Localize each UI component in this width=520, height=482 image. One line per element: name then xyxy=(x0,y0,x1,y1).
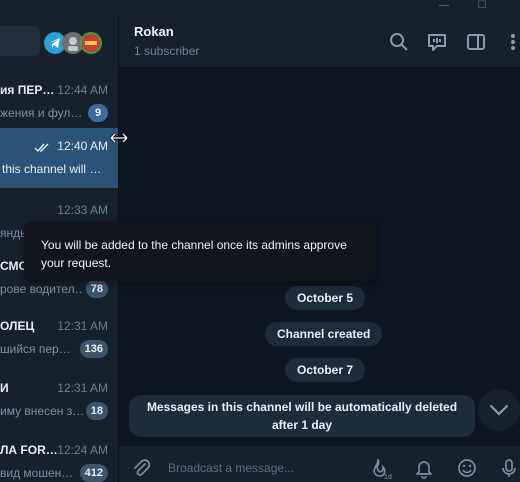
chat-list-item[interactable]: ия ПЕР… 12:44 AM жения и фул… 9 xyxy=(0,72,118,132)
chat-preview: this channel will … xyxy=(2,162,102,176)
chat-time: 12:33 AM xyxy=(57,203,108,217)
timer-label: 1d xyxy=(384,474,392,481)
service-message-autodelete: Messages in this channel will be automat… xyxy=(129,395,475,437)
chat-time: 12:31 AM xyxy=(57,381,108,395)
chat-name: ия ПЕР… xyxy=(0,83,55,97)
chat-time: 12:44 AM xyxy=(57,83,108,97)
message-input[interactable]: Broadcast a message... xyxy=(168,461,294,475)
chat-preview: шийся пер… xyxy=(0,342,71,356)
chat-name: ОЛЕЦ xyxy=(0,319,35,333)
more-options-icon[interactable] xyxy=(501,30,520,54)
chat-name: ЛА FOR… xyxy=(0,443,58,457)
chat-name: И xyxy=(0,381,9,395)
date-pill: October 7 xyxy=(285,358,366,382)
chat-time: 12:24 AM xyxy=(57,443,108,457)
chat-list-item[interactable]: ОЛЕЦ 12:31 AM шийся пер… 136 xyxy=(0,308,118,368)
search-icon[interactable] xyxy=(387,30,411,54)
attach-icon[interactable] xyxy=(130,457,152,479)
date-pill: October 5 xyxy=(285,286,366,310)
message-composer: Broadcast a message... 1d xyxy=(119,445,520,482)
chat-preview: рове водител… xyxy=(0,282,84,296)
chat-preview: вид мошен… xyxy=(0,466,74,480)
scroll-to-bottom-button[interactable] xyxy=(478,389,520,431)
live-stream-icon[interactable] xyxy=(425,30,449,54)
join-request-toast: You will be added to the channel once it… xyxy=(24,222,376,281)
service-message-channel-created: Channel created xyxy=(265,322,383,346)
chat-header[interactable]: Rokan 1 subscriber xyxy=(119,16,520,68)
unread-badge: 18 xyxy=(85,402,108,420)
search-input[interactable] xyxy=(0,26,40,56)
autodelete-timer-icon[interactable]: 1d xyxy=(369,457,392,481)
resize-cursor-icon xyxy=(109,131,129,144)
unread-badge: 9 xyxy=(88,104,108,122)
maximize-button[interactable]: ☐ xyxy=(474,0,490,14)
chat-list-item[interactable]: ЛА FOR… 12:24 AM вид мошен… 412 xyxy=(0,432,118,482)
notifications-bell-icon[interactable] xyxy=(413,457,435,479)
unread-badge: 412 xyxy=(79,464,108,482)
minimize-button[interactable]: — xyxy=(436,0,452,14)
badge-folder-icon[interactable] xyxy=(80,32,102,54)
unread-badge: 78 xyxy=(85,280,108,298)
chat-list-item[interactable]: И 12:31 AM иму внесен з… 18 xyxy=(0,370,118,430)
sidebar-toggle-icon[interactable] xyxy=(464,30,488,54)
unread-badge: 136 xyxy=(79,340,108,358)
chat-preview: иму внесен з… xyxy=(0,404,84,418)
window-titlebar: — ☐ xyxy=(0,0,520,16)
channel-title: Rokan xyxy=(134,24,174,39)
sidebar-top-row xyxy=(0,24,110,58)
chat-preview: жения и фул… xyxy=(0,106,83,120)
emoji-icon[interactable] xyxy=(456,457,478,479)
chat-time: 12:31 AM xyxy=(57,319,108,333)
channel-subtitle: 1 subscriber xyxy=(134,44,200,58)
microphone-icon[interactable] xyxy=(498,457,520,479)
chat-list-item-active[interactable]: 12:40 AM this channel will … xyxy=(0,128,118,188)
read-checkmarks-icon xyxy=(34,140,50,158)
chat-time: 12:40 AM xyxy=(57,139,108,153)
